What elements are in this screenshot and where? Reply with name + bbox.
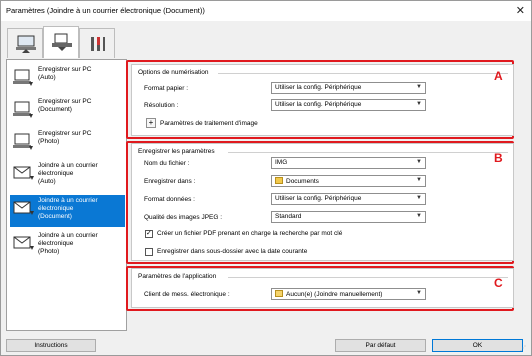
chevron-down-icon: ▼ <box>416 213 422 219</box>
list-item-label: Enregistrer sur PC (Document) <box>38 98 92 113</box>
list-item-label: Enregistrer sur PC (Photo) <box>38 130 92 145</box>
list-item-email-document[interactable]: Joindre à un courrier électronique (Docu… <box>10 195 125 227</box>
subfolder-label: Enregistrer dans sous-dossier avec la da… <box>157 248 308 255</box>
filename-select[interactable]: IMG ▼ <box>271 157 426 169</box>
image-processing-label[interactable]: Paramètres de traitement d'image <box>160 120 258 127</box>
data-format-label: Format données : <box>144 196 195 203</box>
paper-size-select[interactable]: Utiliser la config. Périphérique ▼ <box>271 82 426 94</box>
chevron-down-icon: ▼ <box>416 101 422 107</box>
title-bar: Paramètres (Joindre à un courrier électr… <box>1 1 531 21</box>
keyword-pdf-checkbox[interactable]: ✓ <box>145 230 153 238</box>
jpeg-quality-value: Standard <box>275 213 302 220</box>
list-item-label: Joindre à un courrier électronique (Auto… <box>38 162 98 185</box>
group-title: Enregistrer les paramètres <box>138 148 215 155</box>
checkmark-icon: ✓ <box>146 230 152 237</box>
list-item-label: Joindre à un courrier électronique (Phot… <box>38 232 98 255</box>
list-item-email-auto[interactable]: Joindre à un courrier électronique (Auto… <box>10 160 125 192</box>
default-button[interactable]: Par défaut <box>335 339 426 352</box>
pc-save-icon <box>13 133 33 150</box>
list-item-save-pc-auto[interactable]: Enregistrer sur PC (Auto) <box>10 64 125 94</box>
filename-label: Nom du fichier : <box>144 160 190 167</box>
list-item-label: Enregistrer sur PC (Auto) <box>38 66 92 81</box>
chevron-down-icon: ▼ <box>416 177 422 183</box>
scan-mode-list: Enregistrer sur PC (Auto) Enregistrer su… <box>6 59 127 331</box>
chevron-down-icon: ▼ <box>416 84 422 90</box>
mail-client-label: Client de mess. électronique : <box>144 291 230 298</box>
scanner-icon <box>52 33 72 51</box>
paper-size-value: Utiliser la config. Périphérique <box>275 84 362 91</box>
resolution-select[interactable]: Utiliser la config. Périphérique ▼ <box>271 99 426 111</box>
mail-attach-icon <box>13 201 34 215</box>
save-in-select[interactable]: Documents ▼ <box>271 175 426 187</box>
pc-save-icon <box>13 101 33 118</box>
plus-icon: + <box>148 118 154 127</box>
settings-dialog: Paramètres (Joindre à un courrier électr… <box>0 0 532 356</box>
subfolder-checkbox[interactable] <box>145 248 153 256</box>
folder-icon <box>275 177 283 184</box>
scan-options-group: Options de numérisation Format papier : … <box>131 64 514 136</box>
badge-a: A <box>494 69 503 83</box>
list-item-label: Joindre à un courrier électronique (Docu… <box>38 197 98 220</box>
group-divider <box>218 73 508 74</box>
mail-attach-icon <box>13 166 34 180</box>
tab-scan-from-device[interactable] <box>43 26 79 58</box>
badge-c: C <box>494 276 503 290</box>
chevron-down-icon: ▼ <box>416 159 422 165</box>
ok-button[interactable]: OK <box>432 339 523 352</box>
resize-grip-icon[interactable]: ⋰ <box>520 345 528 353</box>
list-item-email-photo[interactable]: Joindre à un courrier électronique (Phot… <box>10 230 125 262</box>
data-format-value: Utiliser la config. Périphérique <box>275 195 362 202</box>
expand-button[interactable]: + <box>146 118 156 128</box>
save-settings-group: Enregistrer les paramètres Nom du fichie… <box>131 143 514 261</box>
tab-general-settings[interactable] <box>79 28 115 58</box>
mail-client-value: Aucun(e) (Joindre manuellement) <box>286 291 383 298</box>
group-title: Options de numérisation <box>138 69 209 76</box>
computer-scan-icon <box>16 35 36 53</box>
mail-client-select[interactable]: Aucun(e) (Joindre manuellement) ▼ <box>271 288 426 300</box>
tools-icon <box>91 37 105 51</box>
filename-value: IMG <box>275 159 288 166</box>
chevron-down-icon: ▼ <box>416 195 422 201</box>
instructions-button[interactable]: Instructions <box>6 339 96 352</box>
resolution-value: Utiliser la config. Périphérique <box>275 101 362 108</box>
resolution-label: Résolution : <box>144 102 179 109</box>
tab-scan-from-computer[interactable] <box>7 28 43 58</box>
mail-attach-icon <box>13 236 34 250</box>
save-in-value: Documents <box>286 178 319 185</box>
group-title: Paramètres de l'application <box>138 273 217 280</box>
jpeg-quality-select[interactable]: Standard ▼ <box>271 211 426 223</box>
keyword-pdf-label: Créer un fichier PDF prenant en charge l… <box>157 230 343 237</box>
chevron-down-icon: ▼ <box>416 290 422 296</box>
app-settings-group: Paramètres de l'application Client de me… <box>131 268 514 308</box>
window-title: Paramètres (Joindre à un courrier électr… <box>6 6 205 15</box>
list-item-save-pc-photo[interactable]: Enregistrer sur PC (Photo) <box>10 128 125 158</box>
jpeg-quality-label: Qualité des images JPEG : <box>144 214 223 221</box>
close-icon[interactable]: ✕ <box>516 4 525 17</box>
badge-b: B <box>494 151 503 165</box>
pc-save-icon <box>13 69 33 86</box>
list-item-save-pc-document[interactable]: Enregistrer sur PC (Document) <box>10 96 125 126</box>
data-format-select[interactable]: Utiliser la config. Périphérique ▼ <box>271 193 426 205</box>
group-divider <box>228 152 508 153</box>
save-in-label: Enregistrer dans : <box>144 178 196 185</box>
group-divider <box>228 277 508 278</box>
mail-client-icon <box>275 290 283 297</box>
paper-size-label: Format papier : <box>144 85 189 92</box>
